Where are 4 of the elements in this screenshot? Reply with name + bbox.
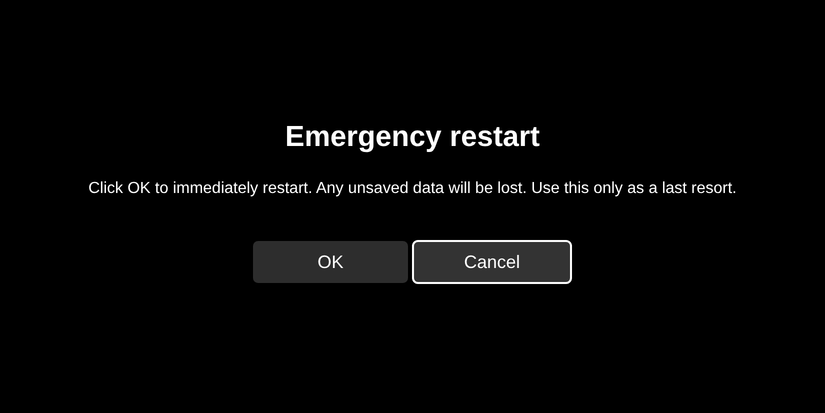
dialog-message: Click OK to immediately restart. Any unsaved data will be lost. Use this only as a last resort.	[88, 179, 737, 199]
cancel-button[interactable]: Cancel	[412, 240, 572, 284]
ok-button[interactable]: OK	[253, 241, 408, 283]
dialog-title: Emergency restart	[285, 120, 540, 155]
